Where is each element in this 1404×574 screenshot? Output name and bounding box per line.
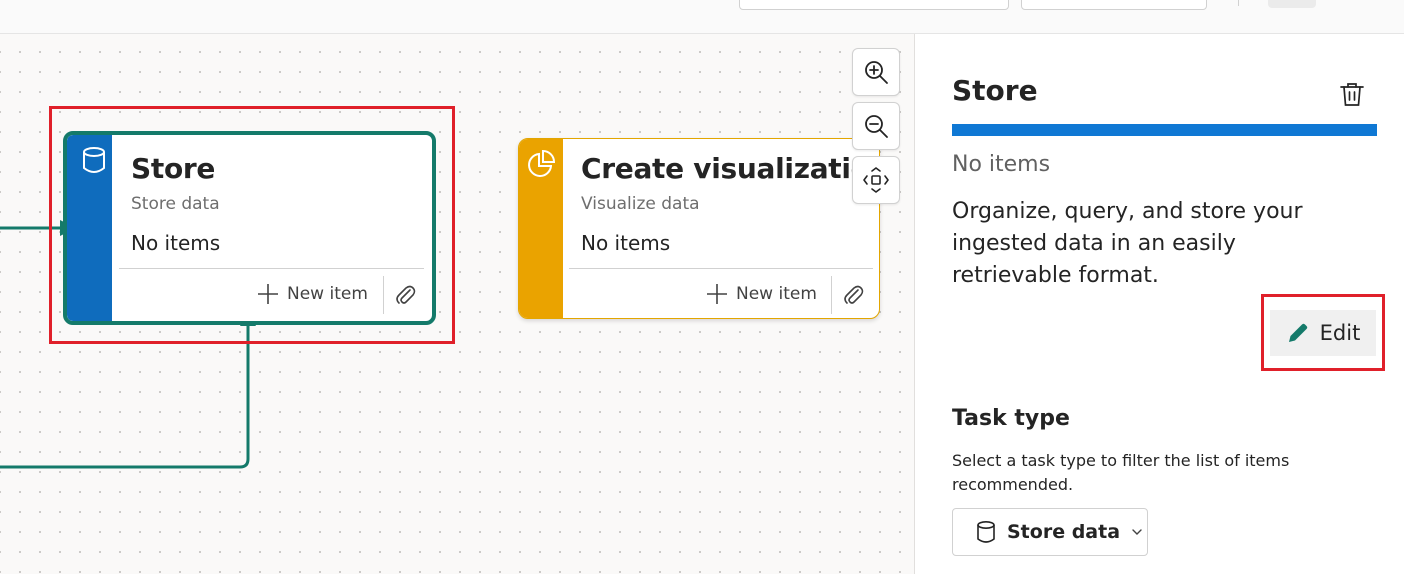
task-card-title: Store <box>131 152 216 185</box>
footer-separator <box>383 276 384 314</box>
task-card-strip <box>67 135 112 321</box>
fit-to-view-icon <box>863 167 889 193</box>
task-card-title: Create visualizations <box>581 152 880 185</box>
pie-chart-icon <box>528 149 556 177</box>
task-type-description: Select a task type to filter the list of… <box>952 451 1290 494</box>
trash-icon[interactable] <box>1338 80 1366 108</box>
panel-count: No items <box>952 152 1051 177</box>
details-panel: Store No items Organize, query, and stor… <box>916 34 1404 574</box>
connector-line-bottom <box>0 324 250 469</box>
pencil-icon <box>1288 323 1307 342</box>
task-card-divider <box>119 268 424 269</box>
edit-button[interactable]: Edit <box>1270 310 1376 356</box>
toolbar-divider <box>1238 0 1239 6</box>
zoom-out-button[interactable] <box>852 102 900 150</box>
task-card-count: No items <box>581 231 671 255</box>
zoom-out-icon <box>865 115 888 138</box>
database-icon <box>977 520 995 543</box>
footer-separator <box>831 276 832 314</box>
toolbar-field[interactable] <box>739 0 1009 10</box>
workflow-canvas[interactable]: Store Store data No items New item Creat… <box>0 34 915 574</box>
attachment-icon[interactable] <box>841 283 867 309</box>
new-item-button[interactable]: New item <box>706 283 817 305</box>
task-card-create-visualizations[interactable]: Create visualizations Visualize data No … <box>518 138 880 319</box>
edit-label: Edit <box>1319 321 1361 345</box>
fit-to-view-button[interactable] <box>852 156 900 204</box>
chevron-down-icon <box>1132 529 1142 535</box>
task-type-selected: Store data <box>1007 521 1121 543</box>
panel-title: Store <box>952 74 1038 107</box>
new-item-label: New item <box>287 284 368 304</box>
plus-icon <box>258 284 278 304</box>
new-item-label: New item <box>736 284 817 304</box>
zoom-in-button[interactable] <box>852 48 900 96</box>
zoom-in-icon <box>865 61 888 84</box>
plus-icon <box>707 284 727 304</box>
task-card-strip <box>519 139 563 318</box>
task-card-divider <box>569 268 873 269</box>
task-type-heading: Task type <box>952 406 1070 431</box>
toolbar-field[interactable] <box>1021 0 1207 10</box>
attachment-icon[interactable] <box>393 283 419 309</box>
task-card-subtitle: Visualize data <box>581 194 700 214</box>
new-item-button[interactable]: New item <box>257 283 368 305</box>
task-card-subtitle: Store data <box>131 194 220 214</box>
toolbar-button[interactable] <box>1268 0 1316 8</box>
top-toolbar <box>0 0 1404 34</box>
panel-accent-bar <box>952 124 1377 136</box>
task-card-store[interactable]: Store Store data No items New item <box>63 131 436 325</box>
panel-description: Organize, query, and store your ingested… <box>952 199 1303 288</box>
task-type-dropdown[interactable]: Store data <box>952 508 1148 556</box>
database-icon <box>83 147 105 173</box>
task-card-count: No items <box>131 231 221 255</box>
